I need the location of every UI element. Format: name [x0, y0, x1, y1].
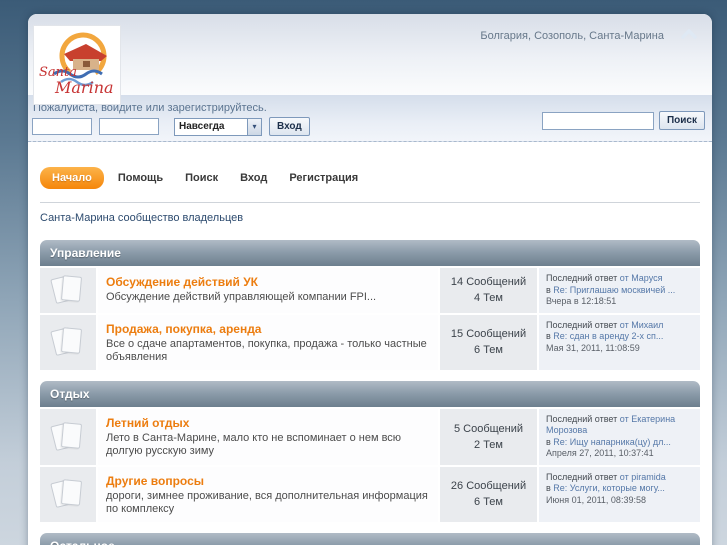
chevron-up-icon: [681, 29, 697, 39]
password-input[interactable]: [99, 118, 159, 135]
lastpost-topic-link[interactable]: Re: Ищу напарника(цу) дл...: [553, 437, 671, 447]
santa-marina-logo-image: Santa Marina: [39, 32, 114, 97]
username-input[interactable]: [32, 118, 92, 135]
board-title-link[interactable]: Другие вопросы: [106, 474, 204, 488]
board-stats-cell: 26 Сообщений 6 Тем: [440, 466, 537, 522]
lastpost-in-label: в: [546, 331, 551, 341]
lastpost-date: Вчера в 12:18:51: [546, 296, 617, 306]
board-info-cell: Продажа, покупка, аренда Все о сдаче апа…: [98, 314, 438, 370]
lastpost-date: Июня 01, 2011, 08:39:58: [546, 494, 646, 505]
board-posts-count: 14 Сообщений: [450, 276, 527, 289]
nav-item-login[interactable]: Вход: [240, 172, 267, 184]
lastpost-in-label: в: [546, 436, 551, 447]
board-topics-count: 6 Тем: [474, 344, 503, 356]
lastpost-topic-link[interactable]: Re: сдан в аренду 2-х сп...: [553, 331, 663, 341]
board-description: Лето в Санта-Марине, мало кто не вспомин…: [106, 431, 402, 457]
category-header-otdyh: Отдых: [40, 380, 700, 407]
board-stats-cell: 5 Сообщений 2 Тем: [440, 408, 537, 465]
session-length-value: Навсегда: [179, 121, 225, 132]
nav-item-help[interactable]: Помощь: [118, 172, 163, 184]
board-icon-cell: [40, 408, 96, 465]
board-row: Обсуждение действий УК Обсуждение действ…: [40, 268, 700, 313]
board-description: дороги, зимнее проживание, вся дополните…: [106, 489, 428, 515]
lastpost-user-link[interactable]: от Михаил: [620, 320, 664, 330]
board-row: Продажа, покупка, аренда Все о сдаче апа…: [40, 314, 700, 370]
board-info-cell: Обсуждение действий УК Обсуждение действ…: [98, 268, 438, 313]
lastpost-user-link[interactable]: от Маруся: [620, 273, 663, 283]
header-location-text: Болгария, Созополь, Санта-Марина: [480, 30, 664, 42]
nav-item-search[interactable]: Поиск: [185, 172, 218, 184]
board-pages-icon: [50, 325, 85, 359]
board-row: Летний отдых Лето в Санта-Марине, мало к…: [40, 408, 700, 465]
board-lastpost-cell: Последний ответ от Екатерина Морозова в …: [539, 408, 700, 465]
board-lastpost-cell: Последний ответ от Михаил в Re: сдан в а…: [539, 314, 700, 370]
lastpost-in-label: в: [546, 483, 551, 493]
lastpost-date: Апреля 27, 2011, 10:37:41: [546, 448, 654, 458]
category-header-upravlenie: Управление: [40, 240, 700, 266]
category-header-ostalnoe: Остальное: [40, 532, 700, 545]
lastpost-topic-link[interactable]: Re: Приглашаю москвичей ...: [553, 285, 675, 295]
main-content: Начало Помощь Поиск Вход Регистрация Сан…: [28, 142, 712, 545]
board-posts-count: 15 Сообщений: [450, 328, 527, 340]
board-description: Все о сдаче апартаментов, покупка, прода…: [106, 337, 427, 363]
header: Santa Marina Болгария, Созополь, Санта-М…: [28, 14, 712, 105]
user-area: Пожалуйста, войдите или зарегистрируйтес…: [28, 95, 712, 142]
nav-item-register[interactable]: Регистрация: [289, 172, 358, 184]
collapse-header-button[interactable]: [680, 27, 698, 45]
lastpost-user-link[interactable]: от piramida: [620, 472, 666, 482]
board-title-link[interactable]: Продажа, покупка, аренда: [106, 322, 261, 336]
nav-divider: [40, 202, 700, 203]
lastpost-label: Последний ответ: [546, 319, 618, 330]
logo-word-marina: Marina: [54, 78, 114, 97]
board-pages-icon: [50, 273, 85, 307]
board-topics-count: 6 Тем: [474, 496, 503, 508]
board-description: Обсуждение действий управляющей компании…: [106, 291, 377, 303]
search-button[interactable]: Поиск: [658, 111, 705, 130]
board-icon-cell: [40, 314, 96, 370]
main-navigation: Начало Помощь Поиск Вход Регистрация: [40, 142, 700, 189]
select-dropdown-icon: ▾: [247, 118, 261, 135]
site-logo[interactable]: Santa Marina: [33, 25, 121, 105]
session-length-select[interactable]: Навсегда ▾: [174, 117, 262, 136]
lastpost-label: Последний ответ: [546, 413, 618, 424]
board-stats-cell: 15 Сообщений 6 Тем: [440, 314, 537, 370]
lastpost-label: Последний ответ: [546, 471, 618, 482]
board-icon-cell: [40, 466, 96, 522]
lastpost-label: Последний ответ: [546, 273, 618, 283]
board-pages-icon: [50, 477, 85, 511]
board-posts-count: 5 Сообщений: [453, 422, 524, 435]
board-info-cell: Другие вопросы дороги, зимнее проживание…: [98, 466, 438, 522]
login-button[interactable]: Вход: [269, 117, 310, 136]
board-title-link[interactable]: Летний отдых: [106, 416, 189, 430]
lastpost-topic-link[interactable]: Re: Услуги, которые могу...: [553, 483, 665, 493]
board-lastpost-cell: Последний ответ от Маруся в Re: Приглаша…: [539, 268, 700, 313]
lastpost-in-label: в: [546, 284, 551, 295]
search-input[interactable]: [541, 111, 654, 130]
lastpost-date: Мая 31, 2011, 11:08:59: [546, 342, 640, 353]
board-info-cell: Летний отдых Лето в Санта-Марине, мало к…: [98, 408, 438, 465]
board-posts-count: 26 Сообщений: [450, 480, 527, 492]
page-background: Santa Marina Болгария, Созополь, Санта-М…: [0, 0, 727, 545]
nav-item-home[interactable]: Начало: [40, 167, 104, 189]
breadcrumb[interactable]: Санта-Марина сообщество владельцев: [40, 212, 700, 224]
forum-panel: Santa Marina Болгария, Созополь, Санта-М…: [28, 14, 712, 545]
board-topics-count: 4 Тем: [474, 292, 503, 305]
board-lastpost-cell: Последний ответ от piramida в Re: Услуги…: [539, 466, 700, 522]
board-stats-cell: 14 Сообщений 4 Тем: [440, 268, 537, 313]
board-row: Другие вопросы дороги, зимнее проживание…: [40, 466, 700, 522]
board-title-link[interactable]: Обсуждение действий УК: [106, 275, 258, 289]
board-pages-icon: [50, 420, 85, 454]
board-icon-cell: [40, 268, 96, 313]
board-topics-count: 2 Тем: [474, 438, 503, 451]
